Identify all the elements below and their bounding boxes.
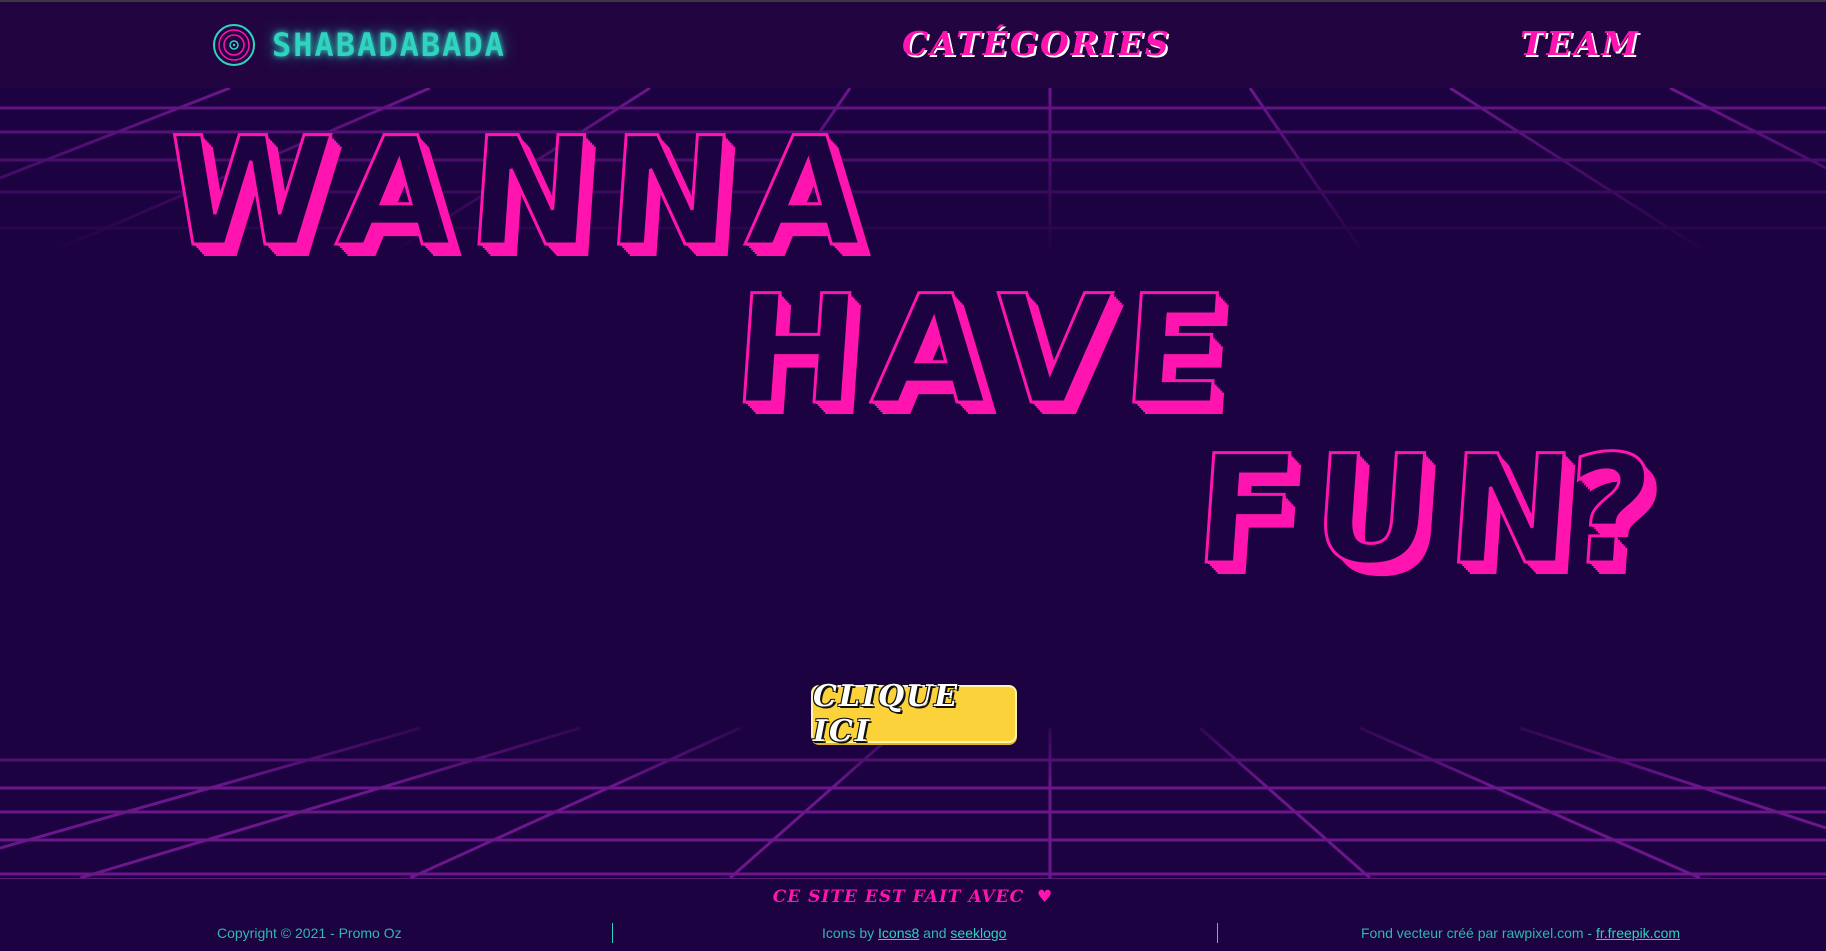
background-credit-prefix: Fond vecteur créé par rawpixel.com -: [1361, 925, 1593, 941]
footer-divider: [612, 923, 613, 943]
vinyl-record-icon: [213, 24, 255, 66]
hero-word-question-mark: ?: [1558, 423, 1674, 600]
nav-team-link[interactable]: Team: [1520, 24, 1640, 63]
logo-text: SHABADABADA: [272, 26, 506, 64]
icons-credit-prefix: Icons by: [822, 925, 875, 941]
heart-icon: ♥: [1037, 887, 1054, 907]
footer-made-with-text: Ce site est fait avec: [772, 887, 1025, 907]
site-header: SHABADABADA Catégories Team: [0, 0, 1826, 88]
footer-copyright: Copyright © 2021 - Promo Oz: [217, 925, 402, 941]
freepik-link[interactable]: fr.freepik.com: [1596, 925, 1680, 941]
icons-credit-and: and: [923, 925, 947, 941]
logo-link[interactable]: SHABADABADA: [212, 22, 506, 68]
nav-categories-link[interactable]: Catégories: [902, 24, 1171, 63]
site-footer: Ce site est fait avec ♥ Copyright © 2021…: [0, 878, 1826, 951]
clique-ici-button[interactable]: Clique ici: [811, 679, 1017, 749]
footer-made-with: Ce site est fait avec ♥: [0, 887, 1826, 907]
hero-word-wanna: WANNA: [158, 105, 885, 282]
icons8-link[interactable]: Icons8: [878, 925, 919, 941]
footer-background-credit: Fond vecteur créé par rawpixel.com - fr.…: [1361, 925, 1680, 941]
footer-icons-credit: Icons by Icons8 and seeklogo: [822, 925, 1006, 941]
hero-word-have: HAVE: [726, 263, 1247, 440]
seeklogo-link[interactable]: seeklogo: [950, 925, 1006, 941]
page: SHABADABADA Catégories Team: [0, 0, 1826, 951]
hero-word-fun: FUN: [1188, 423, 1595, 600]
footer-divider: [1217, 923, 1218, 943]
